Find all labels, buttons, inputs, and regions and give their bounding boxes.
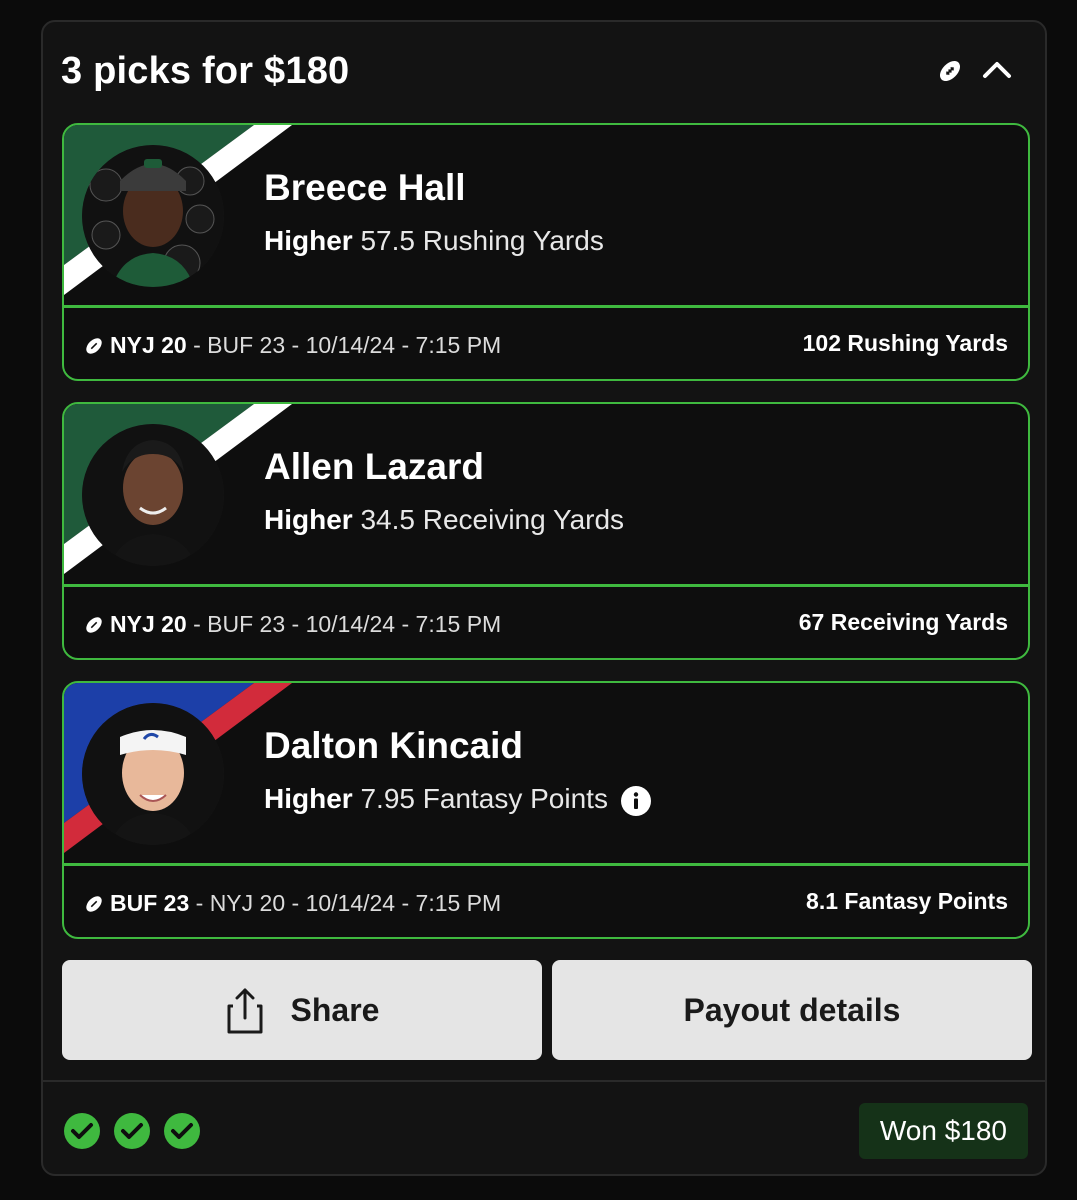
pick-game-row: NYJ 20 - BUF 23 - 10/14/24 - 7:15 PM 102… [64,308,1028,379]
entry-header: 3 picks for $180 [61,46,1027,96]
pick-line: Higher 7.95 Fantasy Points [264,783,652,817]
game-team: NYJ 20 [110,332,187,358]
pick-status-checks [63,1112,213,1155]
share-label: Share [290,992,380,1028]
pick-stat-line: 57.5 Rushing Yards [360,225,604,256]
game-info: BUF 23 - NYJ 20 - 10/14/24 - 7:15 PM [84,890,501,917]
pick-game-row: NYJ 20 - BUF 23 - 10/14/24 - 7:15 PM 67 … [64,587,1028,658]
game-details: - BUF 23 - 10/14/24 - 7:15 PM [193,611,502,637]
info-icon[interactable] [620,785,652,817]
share-icon [227,988,263,1034]
football-icon [86,896,102,912]
entry-title: 3 picks for $180 [61,50,350,92]
pick-line: Higher 57.5 Rushing Yards [264,225,604,257]
pick-direction: Higher [264,504,353,535]
chevron-up-icon[interactable] [979,52,1015,88]
check-circle-icon [114,1113,150,1149]
pick-result: 102 Rushing Yards [802,330,1008,356]
player-name: Allen Lazard [264,446,484,487]
football-icon [939,60,961,82]
player-avatar [82,703,224,845]
footer-divider [43,1080,1045,1082]
player-name: Breece Hall [264,167,466,208]
check-circle-icon [64,1113,100,1149]
pick-summary: Breece Hall Higher 57.5 Rushing Yards [64,125,1028,305]
pick-card[interactable]: Allen Lazard Higher 34.5 Receiving Yards… [62,402,1030,660]
player-avatar [82,145,224,287]
game-info: NYJ 20 - BUF 23 - 10/14/24 - 7:15 PM [84,611,501,638]
game-info: NYJ 20 - BUF 23 - 10/14/24 - 7:15 PM [84,332,501,359]
game-details: - NYJ 20 - 10/14/24 - 7:15 PM [195,890,502,916]
payout-label: Payout details [683,992,901,1028]
football-icon [86,617,102,633]
football-icon [86,338,102,354]
pick-result: 8.1 Fantasy Points [806,888,1008,914]
pick-card[interactable]: Breece Hall Higher 57.5 Rushing Yards NY… [62,123,1030,381]
pick-stat-line: 34.5 Receiving Yards [360,504,625,535]
game-details: - BUF 23 - 10/14/24 - 7:15 PM [193,332,502,358]
won-badge: Won $180 [858,1103,1028,1159]
game-team: BUF 23 [110,890,190,916]
pick-direction: Higher [264,783,353,814]
pick-game-row: BUF 23 - NYJ 20 - 10/14/24 - 7:15 PM 8.1… [64,866,1028,937]
pick-card[interactable]: Dalton Kincaid Higher 7.95 Fantasy Point… [62,681,1030,939]
game-team: NYJ 20 [110,611,187,637]
check-circle-icon [164,1113,200,1149]
pick-summary: Allen Lazard Higher 34.5 Receiving Yards [64,404,1028,584]
pick-result: 67 Receiving Yards [798,609,1008,635]
share-button[interactable]: Share [62,960,542,1060]
pick-summary: Dalton Kincaid Higher 7.95 Fantasy Point… [64,683,1028,863]
pick-line: Higher 34.5 Receiving Yards [264,504,624,536]
pick-stat-line: 7.95 Fantasy Points [360,783,608,814]
pick-direction: Higher [264,225,353,256]
entry-card: 3 picks for $180 Breece Hall Higher 57.5… [41,20,1047,1176]
player-avatar [82,424,224,566]
player-name: Dalton Kincaid [264,725,524,766]
payout-details-button[interactable]: Payout details [552,960,1032,1060]
